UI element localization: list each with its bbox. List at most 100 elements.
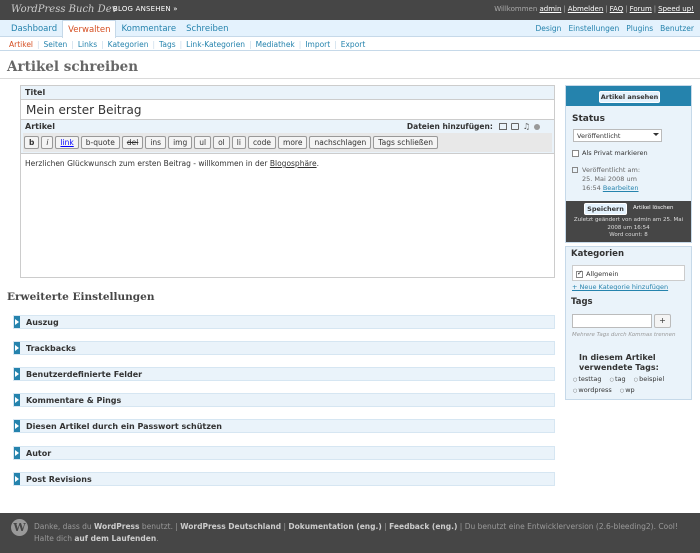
add-media-icon[interactable] (534, 123, 540, 130)
expand-arrow-icon[interactable] (14, 316, 20, 328)
content-link: Blogosphäre (269, 159, 317, 168)
expand-arrow-icon[interactable] (14, 342, 20, 354)
footer-thanks: Danke, dass du (34, 522, 95, 531)
tag-item[interactable]: wp (620, 385, 634, 396)
menu-design[interactable]: Design (536, 24, 562, 33)
tag-item[interactable]: wordpress (573, 385, 611, 396)
comments-pings-box[interactable]: Kommentare & Pings (13, 393, 555, 407)
forum-link[interactable]: Forum (630, 5, 652, 13)
submenu-mediathek[interactable]: Mediathek (252, 38, 299, 50)
add-audio-icon[interactable]: ♫ (523, 123, 530, 131)
add-category-link[interactable]: + Neue Kategorie hinzufügen (572, 283, 668, 291)
view-article-button[interactable]: Artikel ansehen (599, 91, 660, 103)
ol-button[interactable]: ol (213, 136, 230, 149)
logout-link[interactable]: Abmelden (568, 5, 604, 13)
author-box[interactable]: Autor (13, 446, 555, 460)
submenu-links[interactable]: Links (74, 38, 101, 50)
submenu-artikel[interactable]: Artikel (5, 38, 37, 50)
del-button[interactable]: del (121, 136, 144, 149)
edit-date-link[interactable]: Bearbeiten (603, 184, 639, 192)
tag-item[interactable]: testtag (573, 374, 601, 385)
title-input[interactable]: Mein erster Beitrag (21, 99, 554, 120)
box-title: Benutzerdefinierte Felder (26, 370, 143, 379)
page-title: Artikel schreiben (7, 59, 139, 75)
category-item[interactable]: Allgemein (576, 269, 618, 278)
faq-link[interactable]: FAQ (610, 5, 624, 13)
submenu-link-kategorien[interactable]: Link-Kategorien (182, 38, 249, 50)
add-video-icon[interactable] (510, 123, 519, 130)
trackbacks-box[interactable]: Trackbacks (13, 341, 555, 355)
tag-input[interactable] (572, 314, 652, 328)
private-checkbox[interactable] (572, 149, 579, 157)
italic-button[interactable]: i (41, 136, 54, 149)
expand-arrow-icon[interactable] (14, 447, 20, 459)
status-select[interactable]: Veröffentlicht (573, 129, 662, 142)
delete-article-link[interactable]: Artikel löschen (633, 205, 674, 211)
submenu-kategorien[interactable]: Kategorien (104, 38, 153, 50)
submenu-import[interactable]: Import (301, 38, 334, 50)
bold-button[interactable]: b (24, 136, 40, 149)
submenu-export[interactable]: Export (337, 38, 370, 50)
box-title: Autor (26, 449, 52, 458)
ul-button[interactable]: ul (194, 136, 212, 149)
menu-schreiben[interactable]: Schreiben (181, 20, 233, 37)
menu-kommentare[interactable]: Kommentare (116, 20, 181, 37)
password-box[interactable]: Diesen Artikel durch ein Passwort schütz… (13, 419, 555, 433)
used-tags-list: testtag tag beispiel wordpress wp (573, 374, 685, 396)
footer-end: . (156, 534, 159, 543)
wp-de-link[interactable]: WordPress Deutschland (180, 522, 281, 531)
status-header: Artikel ansehen (566, 86, 691, 106)
add-tag-button[interactable]: + (654, 314, 671, 328)
excerpt-box[interactable]: Auszug (13, 315, 555, 329)
save-button[interactable]: Speichern (584, 203, 627, 215)
categories-title: Kategorien (571, 249, 624, 259)
custom-fields-box[interactable]: Benutzerdefinierte Felder (13, 367, 555, 381)
code-button[interactable]: code (247, 136, 277, 149)
menu-verwalten[interactable]: Verwalten (62, 20, 117, 38)
menu-benutzer[interactable]: Benutzer (660, 24, 694, 33)
chevron-down-icon (653, 133, 659, 136)
speed-up-link[interactable]: Speed up! (658, 5, 694, 13)
post-revisions-box[interactable]: Post Revisions (13, 472, 555, 486)
view-blog-link[interactable]: BLOG ANSEHEN » (113, 5, 178, 13)
footer: W Danke, dass du WordPress benutzt. | Wo… (0, 513, 700, 553)
status-value: Veröffentlicht (577, 132, 621, 140)
ins-button[interactable]: ins (145, 136, 167, 149)
docs-link[interactable]: Dokumentation (eng.) (288, 522, 381, 531)
expand-arrow-icon[interactable] (14, 394, 20, 406)
content-textarea[interactable]: Herzlichen Glückwunsch zum ersten Beitra… (21, 153, 554, 277)
expand-arrow-icon[interactable] (14, 420, 20, 432)
wordpress-link[interactable]: WordPress (94, 522, 139, 531)
link-button[interactable]: link (55, 136, 79, 149)
submenu-tags[interactable]: Tags (155, 38, 180, 50)
last-saved-info: Zuletzt geändert von admin am 25. Mai 20… (569, 217, 688, 240)
wordpress-logo[interactable]: W (11, 519, 28, 536)
user-link[interactable]: admin (540, 5, 562, 13)
private-option[interactable]: Als Privat markieren (572, 149, 648, 157)
add-image-icon[interactable] (498, 123, 507, 130)
footer-sep: | (381, 522, 390, 531)
img-button[interactable]: img (168, 136, 193, 149)
top-bar: WordPress Buch Dev BLOG ANSEHEN » Willko… (0, 0, 700, 20)
menu-plugins[interactable]: Plugins (626, 24, 653, 33)
category-checkbox[interactable] (576, 269, 583, 278)
submenu-seiten[interactable]: Seiten (40, 38, 72, 50)
category-list: Allgemein (572, 265, 685, 281)
feedback-link[interactable]: Feedback (eng.) (389, 522, 457, 531)
close-tags-button[interactable]: Tags schließen (373, 136, 438, 149)
tag-item[interactable]: tag (610, 374, 626, 385)
menu-dashboard[interactable]: Dashboard (6, 20, 62, 37)
li-button[interactable]: li (231, 136, 246, 149)
more-button[interactable]: more (278, 136, 308, 149)
stay-updated-link[interactable]: auf dem Laufenden (74, 534, 156, 543)
lookup-button[interactable]: nachschlagen (309, 136, 372, 149)
calendar-icon (572, 167, 578, 173)
expand-arrow-icon[interactable] (14, 368, 20, 380)
sub-menu: Artikel | Seiten | Links | Kategorien | Tags… (0, 38, 700, 51)
expand-arrow-icon[interactable] (14, 473, 20, 485)
blockquote-button[interactable]: b-quote (80, 136, 120, 149)
menu-einstellungen[interactable]: Einstellungen (568, 24, 619, 33)
box-title: Trackbacks (26, 344, 76, 353)
site-title[interactable]: WordPress Buch Dev (11, 4, 117, 15)
tag-item[interactable]: beispiel (634, 374, 664, 385)
